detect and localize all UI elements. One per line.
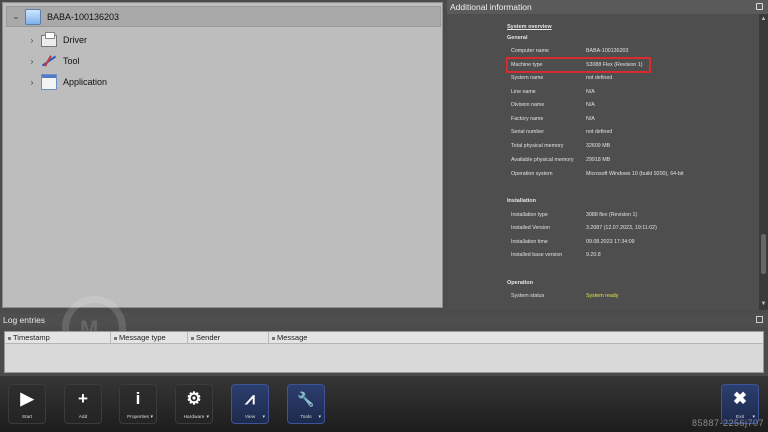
application-icon: [41, 74, 57, 90]
operation-section-title: Operation: [507, 280, 533, 286]
info-panel-title: Additional information: [450, 2, 532, 12]
info-key: Computer name: [511, 48, 549, 54]
plus-icon: +: [78, 389, 88, 408]
computer-icon: [25, 8, 41, 25]
corner-watermark-text: 85887-2256j707: [691, 418, 764, 428]
tree-item-label: Driver: [63, 35, 87, 45]
printer-icon: [41, 32, 57, 47]
info-scrollbar[interactable]: ▲ ▼: [759, 14, 768, 310]
close-icon: ✖: [732, 389, 748, 408]
wrench-icon: 🔧: [297, 391, 315, 407]
tool-icon: [41, 53, 57, 69]
play-icon: ▶: [20, 389, 34, 408]
info-icon: i: [135, 389, 141, 408]
view-button[interactable]: ⩘ View ▾: [231, 384, 269, 424]
column-header-message[interactable]: Message: [269, 332, 763, 343]
info-key: Serial number: [511, 129, 544, 135]
info-key: Available physical memory: [511, 157, 574, 163]
info-value: 32609 MB: [586, 143, 611, 149]
system-overview-title: System overview: [507, 24, 552, 30]
bottom-toolbar: ▶ Start + Add i Properties ▾ ⚙ Hardware …: [0, 376, 768, 432]
info-key: System status: [511, 293, 545, 299]
info-key: Installed Version: [511, 225, 550, 231]
pin-icon[interactable]: [756, 3, 763, 10]
system-status-value: System ready: [586, 293, 619, 299]
tree-item-label: Application: [63, 77, 108, 87]
tree-root-label: BABA-100136203: [47, 11, 120, 22]
log-title: Log entries: [3, 315, 46, 325]
tree-item-tool[interactable]: › Tool: [23, 51, 80, 71]
info-value: N/A: [586, 89, 595, 95]
view-icon: ⩘: [245, 389, 255, 408]
info-value: 3088 flex (Revision 1): [586, 212, 638, 218]
scroll-up-arrow-icon[interactable]: ▲: [760, 16, 767, 23]
info-value: 29918 MB: [586, 157, 611, 163]
info-value: 9.20.8: [586, 252, 601, 258]
log-column-headers: Timestamp Message type Sender Message: [5, 332, 763, 344]
installation-section-title: Installation: [507, 198, 537, 204]
info-key: System name: [511, 75, 544, 81]
collapse-chevron-icon[interactable]: ⌄: [11, 12, 21, 21]
info-value: 3.2087 (12.07.2023, 19:11:02): [586, 225, 657, 231]
expand-chevron-icon[interactable]: ›: [27, 78, 37, 87]
tree-panel: ⌄ BABA-100136203 › Driver › Tool › Appli…: [2, 2, 443, 308]
expand-chevron-icon[interactable]: ›: [27, 36, 37, 45]
dropdown-arrow-icon: ▾: [150, 414, 153, 420]
info-key: Installed base version: [511, 252, 563, 258]
info-key: Factory name: [511, 116, 544, 122]
tree-item-label: Tool: [63, 56, 80, 66]
log-grid: Timestamp Message type Sender Message: [4, 331, 764, 373]
add-button[interactable]: + Add: [64, 384, 102, 424]
hardware-button[interactable]: ⚙ Hardware ▾: [175, 384, 213, 424]
info-value: N/A: [586, 116, 595, 122]
scroll-thumb[interactable]: [761, 234, 766, 274]
column-header-sender[interactable]: Sender: [188, 332, 269, 343]
info-key: Line name: [511, 89, 536, 95]
general-section-title: General: [507, 35, 528, 41]
info-key: Division name: [511, 102, 545, 108]
dropdown-arrow-icon: ▾: [262, 414, 265, 420]
scroll-down-arrow-icon[interactable]: ▼: [760, 301, 767, 308]
info-value: 09.08.2023 17:34:09: [586, 239, 635, 245]
tree-item-driver[interactable]: › Driver: [23, 30, 87, 50]
dropdown-arrow-icon: ▾: [206, 414, 209, 420]
info-panel-body: System overview General Computer name BA…: [447, 14, 759, 310]
info-key: Installation type: [511, 212, 548, 218]
pin-icon[interactable]: [756, 316, 763, 323]
tools-button[interactable]: 🔧 Tools ▾: [287, 384, 325, 424]
column-header-message-type[interactable]: Message type: [111, 332, 188, 343]
start-button[interactable]: ▶ Start: [8, 384, 46, 424]
button-label: Add: [78, 415, 88, 420]
column-header-timestamp[interactable]: Timestamp: [5, 332, 111, 343]
machine-type-highlight: [506, 57, 651, 73]
info-value: not defined: [586, 75, 613, 81]
info-value: Microsoft Windows 10 (build 9200), 64-bi…: [586, 171, 684, 177]
info-key: Total physical memory: [511, 143, 564, 149]
info-value: not defined: [586, 129, 613, 135]
tree-item-application[interactable]: › Application: [23, 72, 107, 92]
tree-root-node[interactable]: ⌄ BABA-100136203: [6, 6, 441, 27]
info-value: BABA-100136203: [586, 48, 629, 54]
info-panel-header: Additional information: [447, 0, 768, 14]
properties-button[interactable]: i Properties ▾: [119, 384, 157, 424]
info-key: Operation system: [511, 171, 553, 177]
button-label: Start: [21, 415, 33, 420]
gear-icon: ⚙: [186, 389, 202, 408]
info-key: Installation time: [511, 239, 548, 245]
dropdown-arrow-icon: ▾: [318, 414, 321, 420]
expand-chevron-icon[interactable]: ›: [27, 57, 37, 66]
info-value: N/A: [586, 102, 595, 108]
